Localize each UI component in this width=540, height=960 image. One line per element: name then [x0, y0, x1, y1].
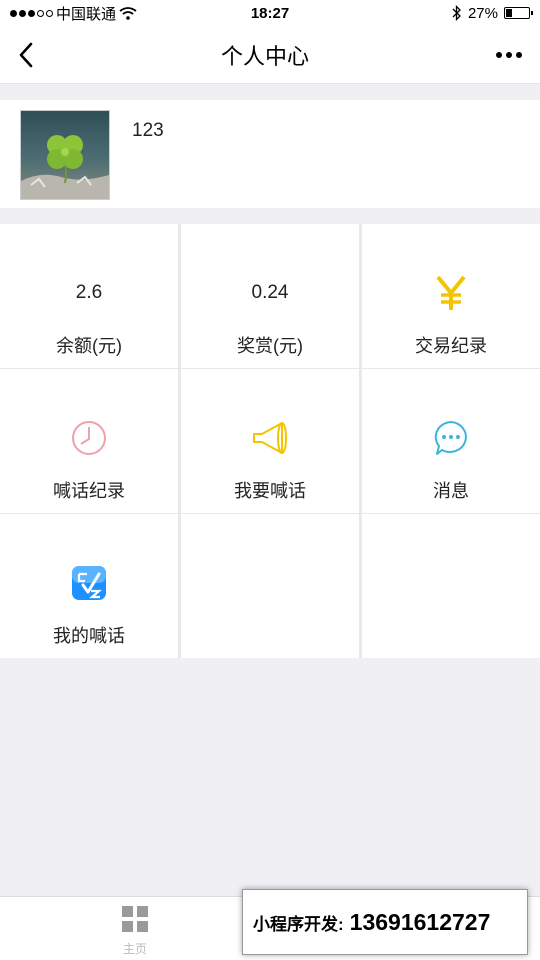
status-right: 27% — [452, 4, 533, 22]
messages-label: 消息 — [433, 481, 469, 501]
my-shouts-cell[interactable]: 我的喊话 — [0, 514, 178, 658]
reward-value: 0.24 — [251, 282, 289, 303]
yen-icon — [436, 275, 466, 310]
promo-banner: 小程序开发: 13691612727 — [242, 889, 528, 955]
tab-home[interactable]: 主页 — [100, 905, 170, 957]
page-title: 个人中心 — [220, 43, 309, 69]
battery-level — [506, 9, 512, 17]
status-bar: 中国联通 18:27 27% — [0, 0, 540, 26]
username: 123 — [132, 120, 164, 141]
more-icon — [495, 51, 502, 58]
back-button[interactable] — [18, 42, 34, 68]
transaction-record-label: 交易纪录 — [415, 336, 487, 356]
post-shout-label: 我要喊话 — [234, 481, 306, 501]
function-grid: 2.6 余额(元) 0.24 奖赏(元) 交易纪录 喊话纪录 我要喊话 消息 我… — [0, 224, 540, 658]
promo-label: 小程序开发: — [253, 914, 344, 934]
chat-bubble-icon — [434, 421, 467, 455]
battery-percent: 27% — [467, 4, 498, 22]
post-shout-cell[interactable]: 我要喊话 — [181, 369, 359, 513]
battery-icon — [504, 7, 533, 19]
more-button[interactable] — [495, 51, 522, 58]
empty-cell — [181, 514, 359, 658]
app-badge-icon — [72, 566, 106, 600]
avatar[interactable] — [20, 110, 110, 200]
grid-icon — [122, 906, 148, 932]
tab-home-label: 主页 — [122, 942, 147, 956]
empty-cell — [362, 514, 540, 658]
reward-cell[interactable]: 0.24 奖赏(元) — [181, 224, 359, 368]
balance-cell[interactable]: 2.6 余额(元) — [0, 224, 178, 368]
transaction-record-cell[interactable]: 交易纪录 — [362, 224, 540, 368]
status-left: 中国联通 — [10, 3, 137, 24]
clover-avatar — [21, 111, 109, 199]
nav-bar: 个人中心 — [0, 26, 540, 84]
megaphone-icon — [253, 422, 287, 454]
promo-phone: 13691612727 — [349, 908, 491, 935]
signal-strength-icon — [10, 9, 53, 17]
shout-record-cell[interactable]: 喊话纪录 — [0, 369, 178, 513]
bluetooth-icon — [452, 5, 461, 21]
carrier-name: 中国联通 — [56, 5, 117, 23]
chevron-left-icon — [19, 42, 33, 67]
my-shouts-label: 我的喊话 — [53, 626, 125, 646]
clock-icon — [72, 421, 106, 455]
profile-card[interactable]: 123 — [0, 100, 540, 208]
wifi-icon — [119, 6, 137, 20]
reward-label: 奖赏(元) — [237, 336, 303, 356]
shout-record-label: 喊话纪录 — [53, 481, 125, 501]
messages-cell[interactable]: 消息 — [362, 369, 540, 513]
balance-value: 2.6 — [75, 282, 103, 303]
balance-label: 余额(元) — [56, 336, 122, 356]
